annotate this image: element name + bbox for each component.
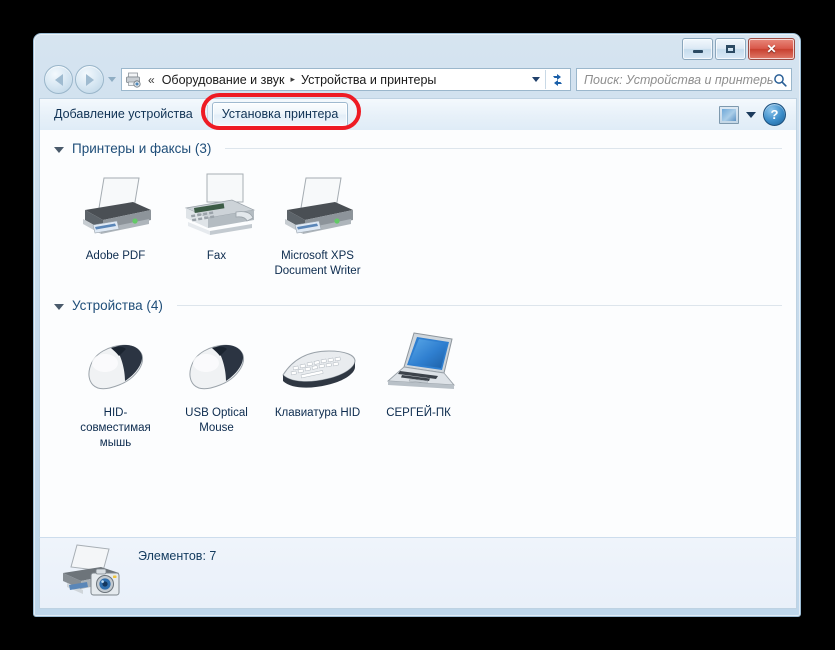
- history-dropdown-icon[interactable]: [108, 77, 116, 82]
- search-icon: [773, 73, 787, 87]
- breadcrumb-item-hardware-sound[interactable]: Оборудование и звук: [159, 72, 288, 88]
- device-item-usb-optical-mouse[interactable]: USB Optical Mouse: [169, 325, 264, 450]
- arrow-left-icon: [54, 73, 63, 86]
- command-toolbar: Добавление устройства Установка принтера…: [39, 98, 797, 130]
- group-title-devices: Устройства (4): [72, 298, 163, 314]
- toolbar-right-group: ?: [719, 103, 792, 126]
- address-row: « Оборудование и звук ▸ Устройства и при…: [34, 61, 800, 98]
- chevron-down-icon[interactable]: [746, 111, 756, 118]
- toolbar-separator: [206, 105, 208, 124]
- items-view: Принтеры и факсы (3) Adobe PDF Fax Micro…: [39, 130, 797, 537]
- collapse-triangle-icon[interactable]: [54, 146, 64, 153]
- minimize-icon: [692, 50, 703, 53]
- forward-button[interactable]: [75, 65, 104, 94]
- item-count-label: Элементов: 7: [138, 549, 217, 563]
- device-item-fax[interactable]: Fax: [169, 168, 264, 278]
- search-input[interactable]: Поиск: Устройства и принтеры: [584, 73, 773, 87]
- address-bar[interactable]: « Оборудование и звук ▸ Устройства и при…: [121, 68, 571, 91]
- install-printer-button[interactable]: Установка принтера: [211, 102, 349, 127]
- keyboard-icon: [272, 329, 364, 401]
- device-item-hid-mouse[interactable]: HID-совместимая мышь: [68, 325, 163, 450]
- device-label: СЕРГЕЙ-ПК: [386, 407, 451, 420]
- printer-icon: [70, 172, 162, 244]
- devices-items-row: HID-совместимая мышь USB Optical Mouse К…: [40, 317, 796, 450]
- breadcrumb-item-devices-printers[interactable]: Устройства и принтеры: [298, 72, 439, 88]
- breadcrumb-overflow[interactable]: «: [144, 73, 159, 87]
- group-rule: [225, 148, 782, 149]
- refresh-button[interactable]: [547, 70, 568, 89]
- printers-items-row: Adobe PDF Fax Microsoft XPS Document Wri…: [40, 160, 796, 278]
- title-bar[interactable]: ✕: [34, 34, 800, 61]
- fax-icon: [171, 172, 263, 244]
- device-item-hid-keyboard[interactable]: Клавиатура HID: [270, 325, 365, 450]
- chevron-down-icon: [532, 77, 540, 82]
- devices-summary-icon: [56, 542, 134, 604]
- maximize-button[interactable]: [715, 38, 746, 60]
- refresh-icon: [553, 73, 562, 86]
- window-controls: ✕: [682, 38, 795, 60]
- device-label: USB Optical Mouse: [185, 407, 248, 435]
- add-device-button[interactable]: Добавление устройства: [44, 102, 203, 126]
- close-button[interactable]: ✕: [748, 38, 795, 60]
- status-bar: Элементов: 7: [39, 537, 797, 609]
- device-item-adobe-pdf[interactable]: Adobe PDF: [68, 168, 163, 278]
- group-header-devices[interactable]: Устройства (4): [40, 278, 796, 317]
- device-item-computer[interactable]: СЕРГЕЙ-ПК: [371, 325, 466, 450]
- address-divider: [545, 70, 546, 89]
- device-label: Adobe PDF: [85, 250, 146, 262]
- search-box[interactable]: Поиск: Устройства и принтеры: [576, 68, 792, 91]
- mouse-icon: [70, 329, 162, 401]
- laptop-icon: [373, 329, 465, 401]
- address-dropdown-button[interactable]: [528, 70, 544, 89]
- preview-pane-icon[interactable]: [719, 105, 739, 124]
- devices-printers-icon: [125, 72, 142, 88]
- devices-and-printers-window: ✕ « Оборудование и звук ▸ Устройства и п…: [33, 33, 801, 617]
- group-rule: [176, 305, 782, 307]
- device-label: Клавиатура HID: [274, 407, 361, 420]
- device-label: Microsoft XPS Document Writer: [274, 250, 361, 277]
- maximize-icon: [726, 45, 735, 53]
- device-label: Fax: [206, 250, 227, 262]
- device-item-xps-writer[interactable]: Microsoft XPS Document Writer: [270, 168, 365, 278]
- device-label: HID-совместимая мышь: [80, 407, 151, 449]
- minimize-button[interactable]: [682, 38, 713, 60]
- group-header-printers[interactable]: Принтеры и факсы (3): [40, 130, 796, 160]
- back-button[interactable]: [44, 65, 73, 94]
- close-icon: ✕: [766, 42, 777, 56]
- mouse-icon: [171, 329, 263, 401]
- printer-icon: [272, 172, 364, 244]
- help-button[interactable]: ?: [763, 103, 786, 126]
- arrow-right-icon: [85, 73, 94, 86]
- group-title-printers: Принтеры и факсы (3): [72, 141, 212, 156]
- collapse-triangle-icon[interactable]: [54, 303, 64, 310]
- breadcrumb-separator: ▸: [290, 74, 295, 84]
